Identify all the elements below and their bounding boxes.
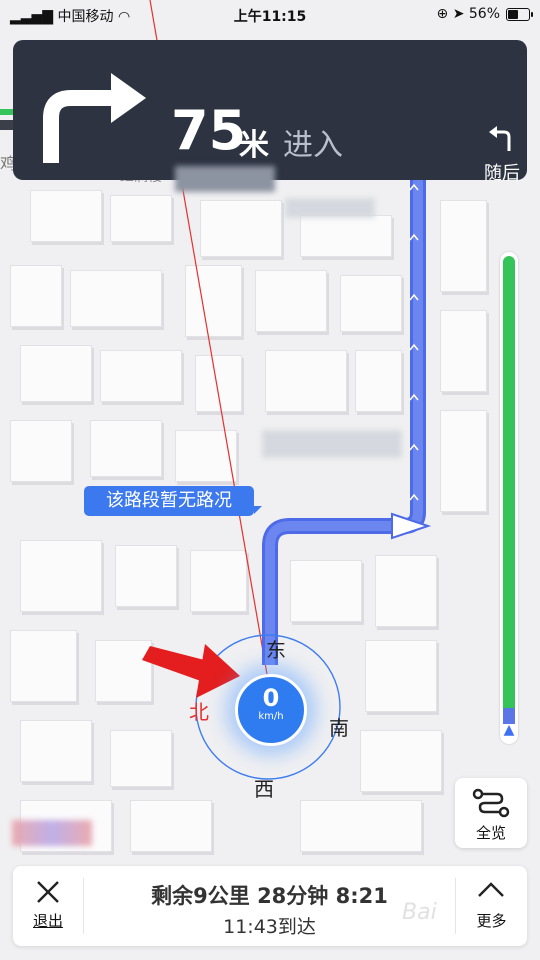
overview-button[interactable]: 全览 (455, 778, 527, 848)
road-name-blurred (175, 166, 275, 192)
remaining-summary: 剩余9公里 28分钟 8:21 (151, 884, 388, 908)
more-label: 更多 (476, 912, 507, 930)
arrival-time: 11:43到达 (223, 916, 316, 938)
status-right: ⊕ ➤ 56% (437, 6, 501, 22)
current-position-arrow-icon: ▲ (503, 722, 515, 738)
turn-guidance-card[interactable]: 75 米 进入 随后 (13, 40, 527, 192)
status-bar: ▂▃▅▇ 中国移动 ◠ 上午11:15 ⊕ ➤ 56% (0, 0, 540, 30)
compass-north: 北 (189, 700, 209, 724)
exit-button[interactable]: 退出 (13, 866, 83, 946)
trip-summary-bar: 退出 剩余9公里 28分钟 8:21 11:43到达 更多 (13, 866, 527, 946)
speed-value: 0 (262, 684, 280, 712)
turn-left-icon (489, 126, 511, 151)
next-maneuver[interactable]: 随后 (477, 125, 527, 185)
overview-label: 全览 (475, 824, 506, 842)
compass-south: 南 (329, 716, 349, 740)
speed-indicator: 0 km/h (235, 674, 307, 746)
route-overview-icon (472, 788, 510, 818)
traffic-progress-bar: ▲ (500, 252, 518, 744)
chevron-up-icon (478, 882, 504, 897)
compass-west: 西 (254, 777, 274, 801)
speed-unit: km/h (258, 711, 284, 722)
orientation-lock-icon: ⊕ (436, 6, 449, 22)
battery-icon (506, 8, 533, 21)
distance-value: 75 (171, 99, 247, 162)
then-label: 随后 (484, 163, 520, 184)
battery-fill (508, 10, 518, 19)
route-line-inner (265, 150, 423, 665)
action-label: 进入 (283, 128, 343, 163)
red-arrow-head (196, 644, 240, 698)
traffic-smooth-segment (503, 256, 515, 708)
close-icon (37, 881, 59, 903)
traffic-info-bubble: 该路段暂无路况 (84, 486, 262, 516)
more-button[interactable]: 更多 (456, 866, 527, 946)
distance-unit: 米 (239, 128, 269, 163)
battery-percent: 56% (468, 6, 500, 22)
turn-right-icon (43, 73, 146, 163)
watermark: Bai (402, 900, 437, 925)
route-line (262, 150, 426, 665)
location-icon: ➤ (452, 6, 465, 22)
compass-east: 东 (266, 638, 286, 662)
exit-label: 退出 (32, 912, 63, 930)
